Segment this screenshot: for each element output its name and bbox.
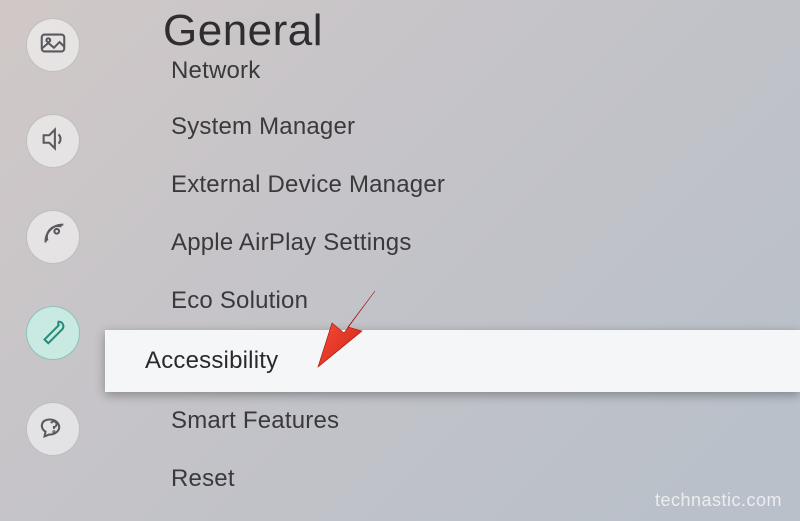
support-icon: [38, 412, 68, 447]
sidebar-item-sound[interactable]: [26, 114, 80, 168]
sidebar: [0, 0, 105, 521]
sidebar-item-broadcast[interactable]: [26, 210, 80, 264]
menu-list: Network System Manager External Device M…: [105, 60, 800, 508]
sound-icon: [38, 124, 68, 159]
wrench-icon: [38, 316, 68, 351]
menu-item-smart-features[interactable]: Smart Features: [105, 392, 800, 450]
menu-item-external-device-manager[interactable]: External Device Manager: [105, 156, 800, 214]
menu-item-label: External Device Manager: [171, 171, 445, 199]
menu-item-label: Smart Features: [171, 407, 339, 435]
watermark: technastic.com: [655, 490, 782, 511]
sidebar-item-picture[interactable]: [26, 18, 80, 72]
menu-item-label: Network: [171, 57, 260, 85]
menu-item-accessibility[interactable]: Accessibility: [105, 330, 800, 392]
picture-icon: [38, 28, 68, 63]
menu-item-apple-airplay-settings[interactable]: Apple AirPlay Settings: [105, 214, 800, 272]
menu-item-label: Eco Solution: [171, 287, 308, 315]
menu-item-label: Accessibility: [145, 347, 278, 375]
satellite-icon: [38, 220, 68, 255]
menu-item-eco-solution[interactable]: Eco Solution: [105, 272, 800, 330]
sidebar-item-support[interactable]: [26, 402, 80, 456]
menu-item-label: Reset: [171, 465, 235, 493]
menu-item-network[interactable]: Network: [105, 60, 800, 98]
menu-item-system-manager[interactable]: System Manager: [105, 98, 800, 156]
menu-item-label: Apple AirPlay Settings: [171, 229, 412, 257]
page-title: General: [105, 0, 800, 56]
sidebar-item-general[interactable]: [26, 306, 80, 360]
menu-item-label: System Manager: [171, 113, 355, 141]
content-area: General Network System Manager External …: [105, 0, 800, 521]
